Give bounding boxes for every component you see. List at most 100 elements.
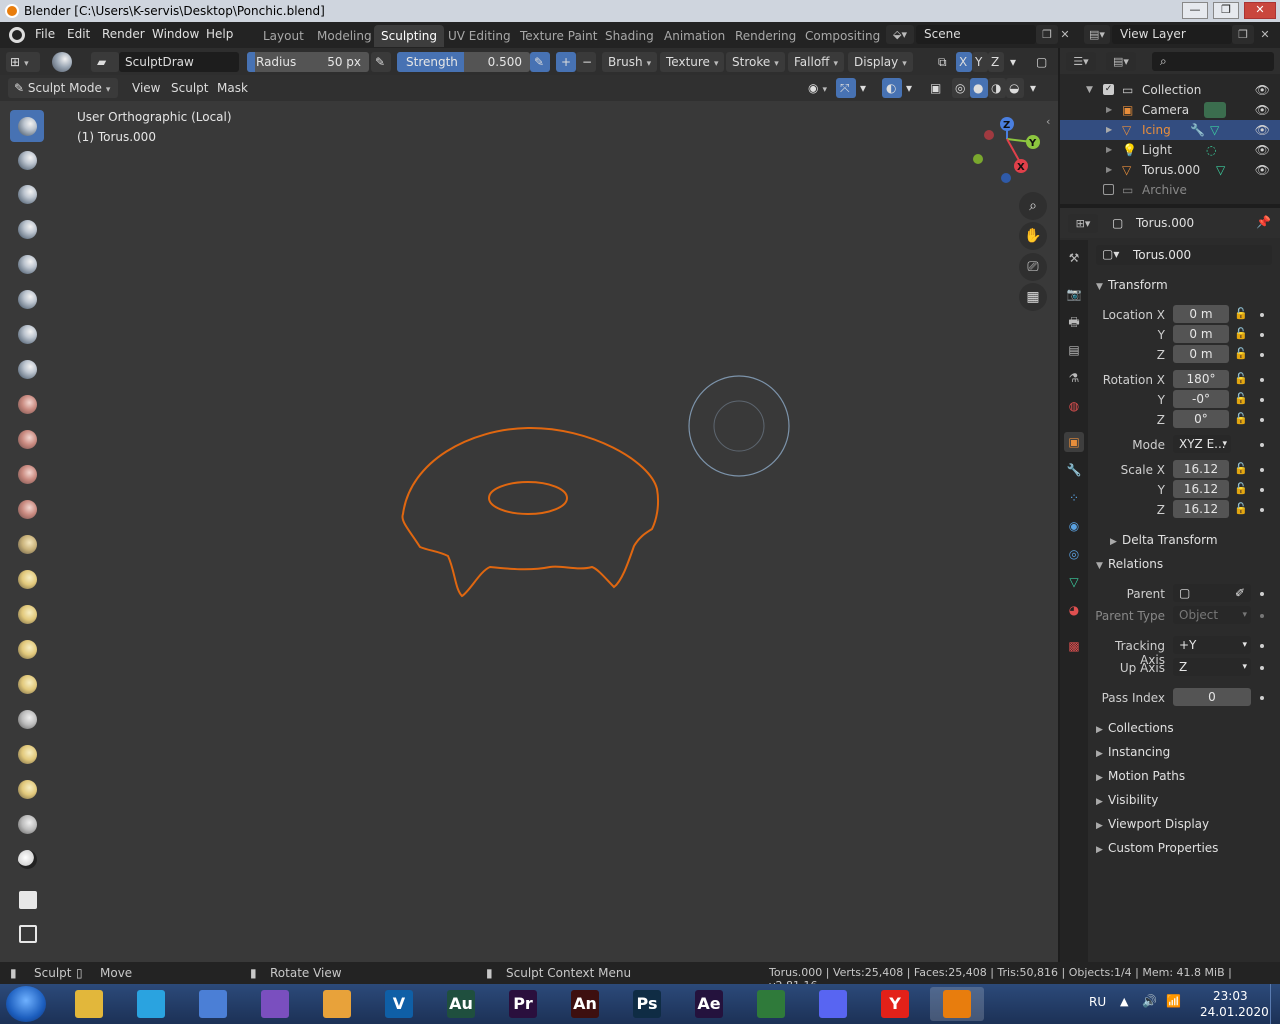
tab-scene-icon[interactable]: ⚗ <box>1064 368 1084 388</box>
close-button[interactable]: ✕ <box>1244 2 1276 19</box>
taskbar-telegram-icon[interactable] <box>124 987 178 1021</box>
gizmo-neg-y[interactable] <box>973 154 983 164</box>
brush-name-field[interactable]: SculptDraw <box>119 52 239 72</box>
tool-draw-face-sets[interactable] <box>10 808 44 840</box>
tab-modeling[interactable]: Modeling <box>310 25 379 47</box>
object-name-field[interactable]: ▢▾ Torus.000 <box>1096 245 1272 265</box>
keyframe-dot-icon[interactable] <box>1260 614 1264 618</box>
keyframe-dot-icon[interactable] <box>1260 313 1264 317</box>
eye-icon[interactable]: 👁 <box>1255 100 1270 120</box>
view-layer-name-field[interactable]: View Layer <box>1112 25 1232 44</box>
rotation-x-field[interactable]: 180° <box>1173 370 1229 388</box>
taskbar-explorer-icon[interactable] <box>62 987 116 1021</box>
network-icon[interactable]: 📶 <box>1166 994 1181 1008</box>
expand-arrow-icon[interactable]: ▶ <box>1106 120 1112 140</box>
lock-icon[interactable]: 🔓 <box>1234 372 1248 385</box>
tab-data-icon[interactable]: ▽ <box>1064 572 1084 592</box>
taskbar-discord-icon[interactable] <box>806 987 860 1021</box>
taskbar-photoshop-icon[interactable]: Ps <box>620 987 674 1021</box>
tab-material-icon[interactable]: ◕ <box>1064 600 1084 620</box>
language-indicator[interactable]: RU <box>1089 995 1106 1009</box>
scene-name-field[interactable]: Scene <box>916 25 1036 44</box>
taskbar-visual-studio-icon[interactable] <box>248 987 302 1021</box>
display-dropdown[interactable]: Display ▾ <box>848 52 913 72</box>
lock-icon[interactable]: 🔓 <box>1234 347 1248 360</box>
shading-options-chevron-icon[interactable]: ▾ <box>1028 78 1044 98</box>
tool-pinch[interactable] <box>10 528 44 560</box>
tab-output-icon[interactable]: 🖶 <box>1064 312 1084 332</box>
keyframe-dot-icon[interactable] <box>1260 666 1264 670</box>
navigation-gizmo[interactable]: Z Y X <box>973 117 1040 183</box>
tool-simplify[interactable] <box>10 773 44 805</box>
show-desktop-button[interactable] <box>1270 984 1280 1024</box>
brush-preview-icon[interactable] <box>52 52 72 72</box>
taskbar-mosaic-icon[interactable] <box>310 987 364 1021</box>
viewport-canvas[interactable]: Z Y X <box>0 101 1058 962</box>
mesh-data-icon[interactable]: ▽ <box>1216 160 1225 180</box>
tool-inflate[interactable] <box>10 283 44 315</box>
keyframe-dot-icon[interactable] <box>1260 353 1264 357</box>
keyframe-dot-icon[interactable] <box>1260 378 1264 382</box>
outliner-row-camera[interactable]: ▶ ▣ Camera 👁 <box>1060 100 1280 120</box>
remove-scene-icon[interactable]: ✕ <box>1056 25 1074 44</box>
taskbar-after-effects-icon[interactable]: Ae <box>682 987 736 1021</box>
collapse-arrow-icon[interactable]: ▼ <box>1086 80 1093 100</box>
tab-animation[interactable]: Animation <box>657 25 732 47</box>
tab-texture-paint[interactable]: Texture Paint <box>513 25 604 47</box>
remove-view-layer-icon[interactable]: ✕ <box>1256 25 1274 44</box>
start-button-icon[interactable] <box>6 986 46 1022</box>
taskbar-vegas-icon[interactable]: V <box>372 987 426 1021</box>
tool-flatten[interactable] <box>10 423 44 455</box>
outliner-row-torus[interactable]: ▶ ▽ Torus.000 ▽ 👁 <box>1060 160 1280 180</box>
xray-toggle-icon[interactable]: ▣ <box>926 78 946 98</box>
stroke-dropdown[interactable]: Stroke ▾ <box>726 52 785 72</box>
tab-layout[interactable]: Layout <box>256 25 311 47</box>
clock-date[interactable]: 24.01.2020 <box>1200 1005 1269 1019</box>
radius-pressure-icon[interactable]: ✎ <box>371 52 391 72</box>
tool-blob[interactable] <box>10 318 44 350</box>
viewport-display-section-header[interactable]: ▶ Viewport Display <box>1096 817 1209 831</box>
scale-x-field[interactable]: 16.12 <box>1173 460 1229 478</box>
tab-world-icon[interactable]: ◍ <box>1064 396 1084 416</box>
menu-file[interactable]: File <box>35 27 55 41</box>
sidebar-expand-chevron-icon[interactable]: ‹ <box>1046 115 1050 128</box>
overlay-toggle-icon[interactable]: ◐ <box>882 78 902 98</box>
expand-arrow-icon[interactable]: ▶ <box>1106 140 1112 160</box>
menu-help[interactable]: Help <box>206 27 233 41</box>
blender-menu-icon[interactable] <box>9 27 25 43</box>
gizmo-neg-x[interactable] <box>984 130 994 140</box>
outliner-row-collection[interactable]: ▼ ✓ ▭ Collection 👁 <box>1060 80 1280 100</box>
up-axis-dropdown[interactable]: Z ▾ <box>1173 658 1251 676</box>
3d-viewport[interactable]: User Orthographic (Local) (1) Torus.000 … <box>0 101 1058 962</box>
tab-render-icon[interactable]: 📷 <box>1064 284 1084 304</box>
strength-pressure-icon[interactable]: ✎ <box>530 52 550 72</box>
taskbar-animate-icon[interactable]: An <box>558 987 612 1021</box>
strength-slider[interactable]: Strength 0.500 <box>397 52 530 72</box>
scene-selector-icon[interactable]: ⬙▾ <box>886 25 914 44</box>
lock-icon[interactable]: 🔓 <box>1234 307 1248 320</box>
visibility-icon[interactable]: ◉ ▾ <box>804 78 832 98</box>
mode-dropdown[interactable]: ✎ Sculpt Mode ▾ <box>8 78 118 98</box>
menu-sculpt[interactable]: Sculpt <box>171 81 208 95</box>
taskbar-office-icon[interactable] <box>744 987 798 1021</box>
radius-slider[interactable]: Radius 50 px <box>247 52 369 72</box>
taskbar-audio-icon[interactable] <box>186 987 240 1021</box>
modifier-wrench-icon[interactable]: 🔧 <box>1190 120 1205 140</box>
expand-arrow-icon[interactable]: ▶ <box>1106 100 1112 120</box>
collections-section-header[interactable]: ▶ Collections <box>1096 721 1174 735</box>
keyframe-dot-icon[interactable] <box>1260 418 1264 422</box>
gizmo-toggle-icon[interactable]: ⤧ <box>836 78 856 98</box>
tool-scrape[interactable] <box>10 493 44 525</box>
minimize-button[interactable]: — <box>1182 2 1208 19</box>
keyframe-dot-icon[interactable] <box>1260 333 1264 337</box>
menu-mask[interactable]: Mask <box>217 81 248 95</box>
taskbar-yandex-browser-icon[interactable]: Y <box>868 987 922 1021</box>
symmetry-icon[interactable]: ⧉ <box>934 52 954 72</box>
pin-icon[interactable]: 📌 <box>1256 215 1271 229</box>
symmetry-options-chevron-icon[interactable]: ▾ <box>1006 52 1024 72</box>
tool-fill[interactable] <box>10 458 44 490</box>
new-view-layer-icon[interactable]: ❐ <box>1232 25 1254 44</box>
tool-snake-hook[interactable] <box>10 598 44 630</box>
add-direction-icon[interactable]: + <box>556 52 576 72</box>
new-scene-icon[interactable]: ❐ <box>1036 25 1058 44</box>
